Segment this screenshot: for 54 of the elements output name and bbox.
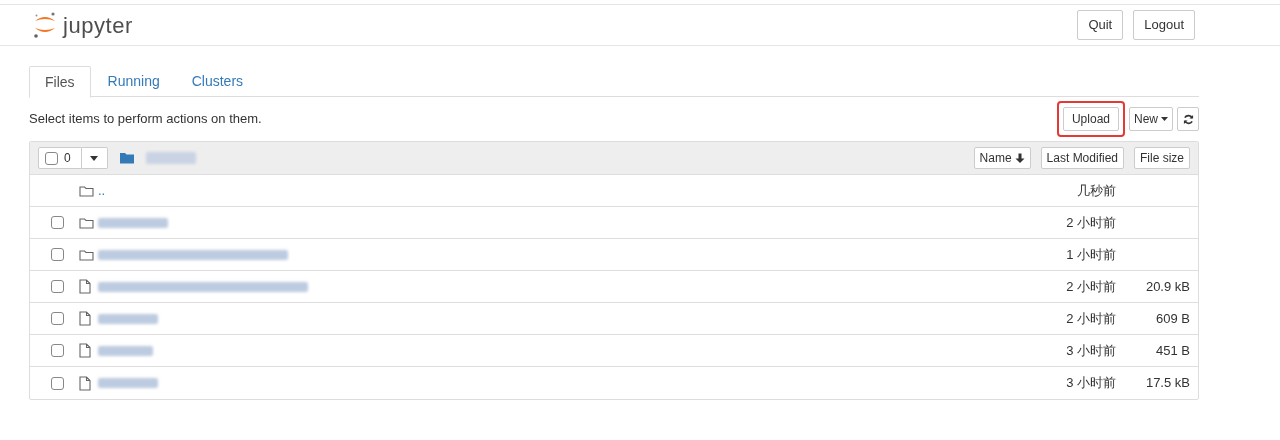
blurred-name [98, 217, 168, 228]
folder-icon [79, 216, 94, 229]
jupyter-logo[interactable]: jupyter [33, 8, 133, 42]
blurred-path [145, 152, 196, 164]
checkbox[interactable] [51, 344, 64, 357]
file-icon [79, 343, 91, 358]
caret-icon [1161, 117, 1168, 121]
upload-button[interactable]: Upload [1062, 107, 1119, 131]
modified-time: 2 小时前 [1065, 309, 1116, 328]
tab[interactable]: Running [92, 66, 175, 97]
file-icon [79, 311, 91, 326]
tab[interactable]: Clusters [176, 66, 259, 97]
modified-time: 2 小时前 [1065, 277, 1116, 296]
sort-button[interactable]: File size [1134, 147, 1190, 169]
selected-count: 0 [64, 150, 72, 167]
file-size: 17.5 kB [1144, 374, 1190, 393]
caret-icon [90, 155, 99, 161]
file-icon [79, 279, 91, 294]
blurred-name [98, 345, 153, 356]
blurred-name [98, 313, 158, 324]
modified-time: 3 小时前 [1065, 374, 1116, 393]
arrow-down-icon [1014, 152, 1025, 164]
parent-folder-link[interactable]: .. [98, 180, 106, 201]
refresh-button[interactable] [1177, 107, 1199, 131]
checkbox[interactable] [51, 376, 64, 390]
file-size: 609 B [1155, 309, 1190, 328]
checkbox[interactable] [45, 151, 58, 165]
hint-text: Select items to perform actions on them. [29, 110, 262, 129]
new-button[interactable]: New [1129, 107, 1173, 131]
sort-button[interactable]: Last Modified [1040, 147, 1124, 169]
modified-time: 1 小时前 [1065, 245, 1116, 264]
modified-time: 3 小时前 [1065, 341, 1116, 360]
logo-icon [33, 11, 57, 39]
checkbox[interactable] [51, 312, 64, 325]
modified-time: 2 小时前 [1065, 213, 1116, 232]
header-button[interactable]: Logout [1133, 10, 1195, 40]
checkbox[interactable] [51, 216, 64, 229]
logo-text: jupyter [63, 11, 133, 40]
select-dropdown-button[interactable] [81, 147, 108, 169]
folder-icon [79, 248, 94, 261]
sort-button[interactable]: Name [973, 147, 1031, 169]
folder-icon [79, 184, 94, 197]
header-button[interactable]: Quit [1077, 10, 1124, 40]
checkbox[interactable] [51, 280, 64, 293]
modified-time: 几秒前 [1076, 181, 1116, 200]
tab[interactable]: Files [29, 66, 91, 98]
blurred-name [98, 378, 158, 388]
file-icon [79, 375, 91, 391]
file-size: 20.9 kB [1144, 277, 1190, 296]
select-all-control[interactable]: 0 [38, 147, 82, 169]
file-size: 451 B [1155, 341, 1190, 360]
checkbox[interactable] [51, 248, 64, 261]
folder-icon[interactable] [119, 152, 134, 164]
refresh-icon [1182, 113, 1194, 125]
